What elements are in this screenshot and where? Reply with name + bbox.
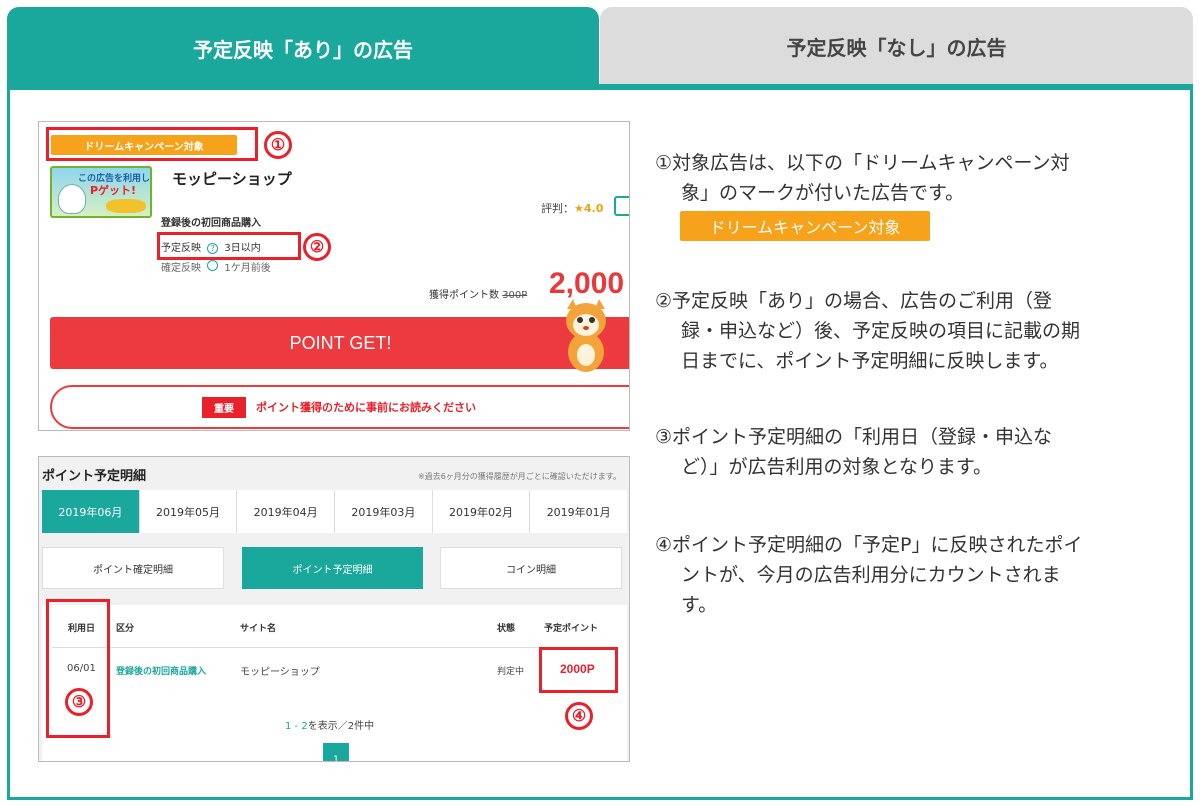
point-schedule-screenshot: ポイント予定明細 ※過去6ヶ月分の獲得履歴が月ごとに確認いただけます。 2019… [38, 456, 630, 762]
schedule-note: ※過去6ヶ月分の獲得履歴が月ごとに確認いただけます。 [418, 472, 621, 481]
explanation-1: ①対象広告は、以下の「ドリームキャンペーン対 象」のマークが付いた広告です。 [655, 148, 1155, 208]
coin-details-button[interactable]: コイン明細 [440, 547, 622, 589]
help-icon[interactable] [207, 260, 219, 271]
notice-text: ポイント獲得のために事前にお読みください [256, 401, 476, 414]
confirmed-points-button[interactable]: ポイント確定明細 [42, 547, 224, 589]
pager-range: 1 - 2 [285, 721, 308, 732]
explanation-4-line-1: ④ポイント予定明細の「予定P」に反映されたポイ [655, 534, 1083, 556]
confirm-reflection-row: 確定反映 1ケ月前後 [161, 259, 271, 274]
tab-reflection-yes[interactable]: 予定反映「あり」の広告 [7, 7, 599, 89]
month-tab[interactable]: 2019年04月 [237, 490, 336, 533]
mascot-face-icon [58, 184, 86, 214]
schedule-title: ポイント予定明細 [42, 469, 147, 484]
confirm-reflection-value: 1ケ月前後 [224, 263, 271, 274]
table-divider [52, 647, 617, 648]
rating-label: 評判： [541, 202, 574, 215]
explanation-4: ④ポイント予定明細の「予定P」に反映されたポイ ントが、今月の広告利用分にカウン… [655, 530, 1155, 620]
row-site: モッピーショップ [240, 667, 320, 678]
points-old: 300P [502, 290, 528, 301]
tab-bar: 予定反映「あり」の広告 予定反映「なし」の広告 [7, 7, 1193, 89]
marker-1: ① [264, 131, 292, 159]
highlight-box-2 [157, 232, 301, 260]
coin-icon [106, 199, 146, 213]
row-status: 判定中 [497, 667, 525, 677]
rating: 評判：★4.0 [541, 200, 603, 216]
highlight-box-3 [46, 599, 110, 738]
detail-type-buttons: ポイント確定明細 ポイント予定明細 コイン明細 [42, 547, 627, 589]
pager-label: を表示／2件中 [307, 721, 375, 732]
marker-2: ② [303, 233, 331, 261]
marker-4: ④ [565, 702, 593, 730]
explanation-2-line-3: 日までに、ポイント予定明細に反映します。 [681, 350, 1059, 372]
explanation-3: ③ポイント予定明細の「利用日（登録・申込な ど）」が広告利用の対象となります。 [655, 422, 1155, 482]
explanation-1-line-1: ①対象広告は、以下の「ドリームキャンペーン対 [655, 152, 1070, 174]
pager-summary: 1 - 2を表示／2件中 [285, 717, 374, 732]
month-tab[interactable]: 2019年06月 [42, 490, 140, 533]
marker-3: ③ [65, 688, 93, 716]
month-tab[interactable]: 2019年02月 [433, 490, 531, 533]
shop-name: モッピーショップ [172, 170, 292, 188]
explanation-4-line-2: ントが、今月の広告利用分にカウントされま [681, 564, 1061, 586]
notice-tag: 重要 [202, 396, 246, 418]
dream-campaign-badge-inline: ドリームキャンペーン対象 [680, 211, 930, 241]
condition-text: 登録後の初回商品購入 [161, 218, 261, 229]
highlight-box-4 [539, 647, 618, 693]
month-tabs: 2019年06月 2019年05月 2019年04月 2019年03月 2019… [42, 490, 627, 533]
tab-reflection-no[interactable]: 予定反映「なし」の広告 [600, 7, 1193, 85]
row-category[interactable]: 登録後の初回商品購入 [116, 664, 206, 677]
important-notice[interactable]: 重要 ポイント獲得のために事前にお読みください [50, 385, 629, 429]
col-site: サイト名 [240, 624, 277, 634]
explanation-2: ②予定反映「あり」の場合、広告のご利用（登 録・申込など）後、予定反映の項目に記… [655, 286, 1155, 376]
confirm-reflection-label: 確定反映 [161, 263, 201, 274]
ad-logo-image: この広告を利用して Pゲット! [50, 166, 152, 218]
rating-box[interactable] [614, 196, 629, 216]
points-label: 獲得ポイント数 [429, 290, 499, 301]
explanation-3-line-2: ど）」が広告利用の対象となります。 [681, 456, 993, 478]
col-status: 状態 [497, 624, 516, 634]
page-button[interactable]: 1 [323, 743, 349, 761]
ad-detail-screenshot: ドリームキャンペーン対象 ① この広告を利用して Pゲット! モッピーショップ … [38, 121, 630, 431]
explanation-2-line-2: 録・申込など）後、予定反映の項目に記載の期 [681, 320, 1081, 342]
col-category: 区分 [116, 624, 135, 634]
scheduled-points-button[interactable]: ポイント予定明細 [242, 547, 423, 589]
month-tab[interactable]: 2019年01月 [530, 490, 627, 533]
col-points: 予定ポイント [544, 624, 599, 634]
month-tab[interactable]: 2019年03月 [335, 490, 433, 533]
rating-value: ★4.0 [574, 202, 604, 215]
explanation-4-line-3: す。 [681, 594, 718, 616]
explanation-1-line-2: 象」のマークが付いた広告です。 [681, 182, 965, 204]
logo-text-2: Pゲット! [90, 184, 137, 197]
point-get-button[interactable]: POINT GET! [50, 317, 629, 369]
highlight-box-1 [46, 127, 258, 161]
explanation-2-line-1: ②予定反映「あり」の場合、広告のご利用（登 [655, 290, 1053, 312]
points-label-row: 獲得ポイント数 300P [429, 286, 527, 301]
month-tab[interactable]: 2019年05月 [140, 490, 238, 533]
explanation-3-line-1: ③ポイント予定明細の「利用日（登録・申込な [655, 426, 1053, 448]
points-new: 2,000 [549, 267, 625, 300]
squirrel-mascot-icon [566, 299, 606, 372]
